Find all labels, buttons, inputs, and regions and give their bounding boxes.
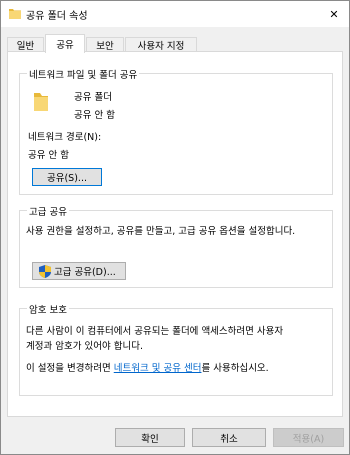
network-path-label: 네트워크 경로(N): — [28, 132, 102, 143]
advanced-sharing-group: 고급 공유 사용 권한을 설정하고, 공유를 만들고, 고급 공유 옵션을 설정… — [19, 204, 333, 288]
advanced-sharing-description: 사용 권한을 설정하고, 공유를 만들고, 고급 공유 옵션을 설정합니다. — [26, 226, 296, 237]
sharing-panel: 네트워크 파일 및 폴더 공유 공유 폴더 공유 안 함 네트워크 경로(N):… — [7, 51, 343, 417]
network-path-value[interactable]: 공유 안 함 — [28, 147, 69, 161]
close-button[interactable]: ✕ — [319, 1, 349, 27]
network-sharing-center-link[interactable]: 네트워크 및 공유 센터 — [114, 363, 202, 374]
password-description-line2: 계정과 암호가 있어야 합니다. — [26, 341, 143, 352]
network-sharing-group: 네트워크 파일 및 폴더 공유 공유 폴더 공유 안 함 네트워크 경로(N):… — [19, 67, 333, 195]
password-protection-group: 암호 보호 다른 사람이 이 컴퓨터에서 공유되는 폴더에 액세스하려면 사용자… — [19, 302, 333, 396]
folder-name: 공유 폴더 — [74, 92, 112, 103]
group-title: 고급 공유 — [27, 204, 69, 218]
tab-security[interactable]: 보안 — [86, 37, 124, 52]
share-button[interactable]: 공유(S)... — [32, 168, 102, 186]
change-setting-text: 이 설정을 변경하려면 네트워크 및 공유 센터를 사용하십시오. — [26, 363, 269, 374]
properties-window: 공유 폴더 속성 ✕ 일반 공유 보안 사용자 지정 네트워크 파일 및 폴더 … — [0, 0, 350, 455]
group-title: 암호 보호 — [27, 302, 69, 316]
cancel-button[interactable]: 취소 — [192, 428, 266, 447]
group-title: 네트워크 파일 및 폴더 공유 — [27, 67, 140, 81]
title-bar[interactable]: 공유 폴더 속성 ✕ — [1, 1, 349, 27]
folder-icon — [32, 91, 50, 116]
window-title: 공유 폴더 속성 — [26, 11, 88, 22]
tab-sharing[interactable]: 공유 — [45, 34, 85, 53]
advanced-sharing-button[interactable]: 고급 공유(D)... — [32, 262, 126, 280]
apply-button[interactable]: 적용(A) — [273, 428, 344, 447]
tab-customize[interactable]: 사용자 지정 — [125, 37, 197, 52]
ok-button[interactable]: 확인 — [115, 428, 185, 447]
password-description-line1: 다른 사람이 이 컴퓨터에서 공유되는 폴더에 액세스하려면 사용자 — [26, 326, 284, 337]
tab-general[interactable]: 일반 — [7, 37, 44, 52]
uac-shield-icon — [39, 264, 51, 278]
folder-icon — [9, 8, 21, 19]
close-icon: ✕ — [329, 7, 339, 21]
folder-share-status: 공유 안 함 — [74, 110, 115, 121]
